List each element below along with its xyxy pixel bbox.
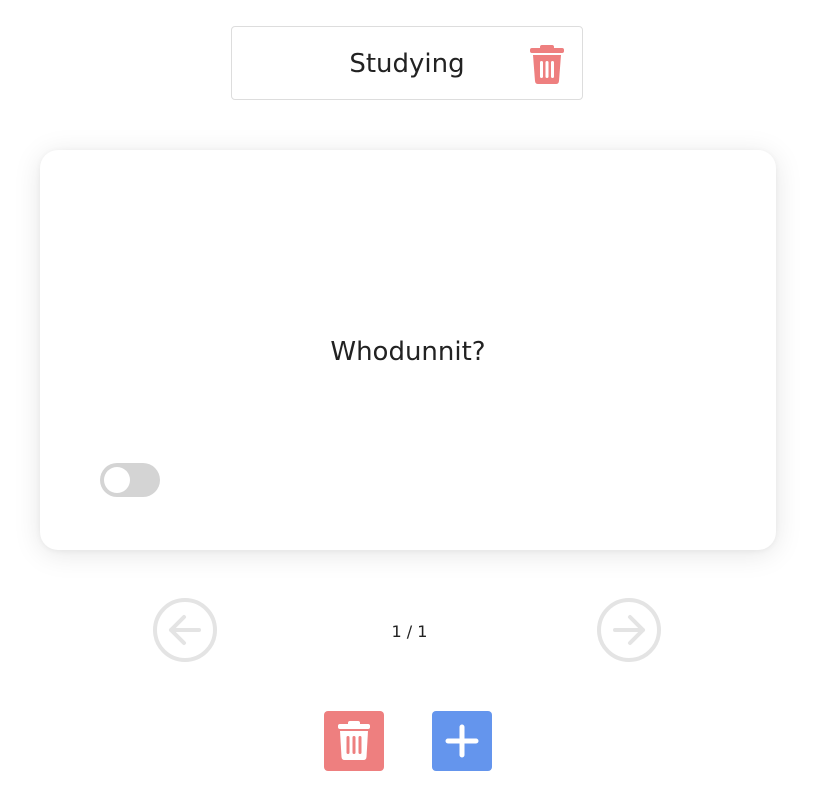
- flip-toggle[interactable]: [100, 463, 160, 497]
- delete-deck-button[interactable]: [529, 44, 565, 84]
- next-card-button[interactable]: [597, 598, 661, 662]
- toggle-knob: [104, 467, 130, 493]
- plus-icon: [445, 724, 479, 758]
- delete-card-button[interactable]: [324, 711, 384, 771]
- trash-icon: [338, 721, 370, 760]
- card-text: Whodunnit?: [330, 337, 486, 367]
- card-counter: 1 / 1: [391, 622, 428, 641]
- add-card-button[interactable]: [432, 711, 492, 771]
- flashcard[interactable]: Whodunnit?: [40, 150, 776, 550]
- arrow-right-icon: [597, 598, 661, 662]
- trash-icon: [530, 45, 564, 84]
- deck-header: Studying: [231, 26, 583, 100]
